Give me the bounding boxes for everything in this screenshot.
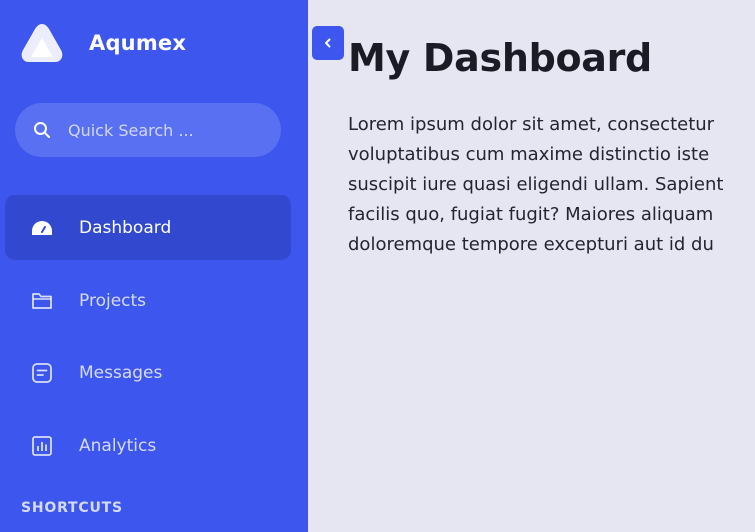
paragraph-line: facilis quo, fugiat fugit? Maiores aliqu… [348, 204, 714, 225]
body-paragraph: Lorem ipsum dolor sit amet, consectetur … [348, 110, 755, 260]
shortcuts-heading: SHORTCUTS [21, 500, 123, 516]
sidebar-item-label: Dashboard [79, 217, 172, 238]
message-icon [32, 362, 52, 383]
paragraph-line: voluptatibus cum maxime distinctio iste [348, 144, 710, 165]
sidebar-item-messages[interactable]: Messages [5, 340, 291, 405]
sidebar-toggle-button[interactable] [312, 26, 344, 60]
sidebar: Aqumex Dashboard Projects [0, 0, 308, 532]
paragraph-line: doloremque tempore excepturi aut id du [348, 234, 714, 255]
sidebar-item-label: Projects [79, 290, 147, 311]
search-icon [34, 122, 50, 138]
gauge-icon [32, 220, 52, 235]
sidebar-item-projects[interactable]: Projects [5, 268, 291, 333]
paragraph-line: Lorem ipsum dolor sit amet, consectetur [348, 114, 715, 135]
chart-icon [32, 435, 52, 456]
brand[interactable]: Aqumex [20, 22, 186, 64]
sidebar-item-dashboard[interactable]: Dashboard [5, 195, 291, 260]
paragraph-line: suscipit iure quasi eligendi ullam. Sapi… [348, 174, 724, 195]
sidebar-item-analytics[interactable]: Analytics [5, 413, 291, 478]
chevron-left-icon [325, 38, 331, 48]
brand-name: Aqumex [89, 31, 187, 55]
sidebar-item-label: Analytics [79, 435, 157, 456]
search-input[interactable] [68, 120, 258, 140]
page-title: My Dashboard [348, 36, 652, 80]
search-box[interactable] [15, 103, 281, 157]
main-content: My Dashboard Lorem ipsum dolor sit amet,… [348, 32, 755, 532]
folder-icon [32, 292, 52, 309]
triangle-logo-icon [21, 24, 63, 62]
sidebar-item-label: Messages [79, 362, 163, 383]
